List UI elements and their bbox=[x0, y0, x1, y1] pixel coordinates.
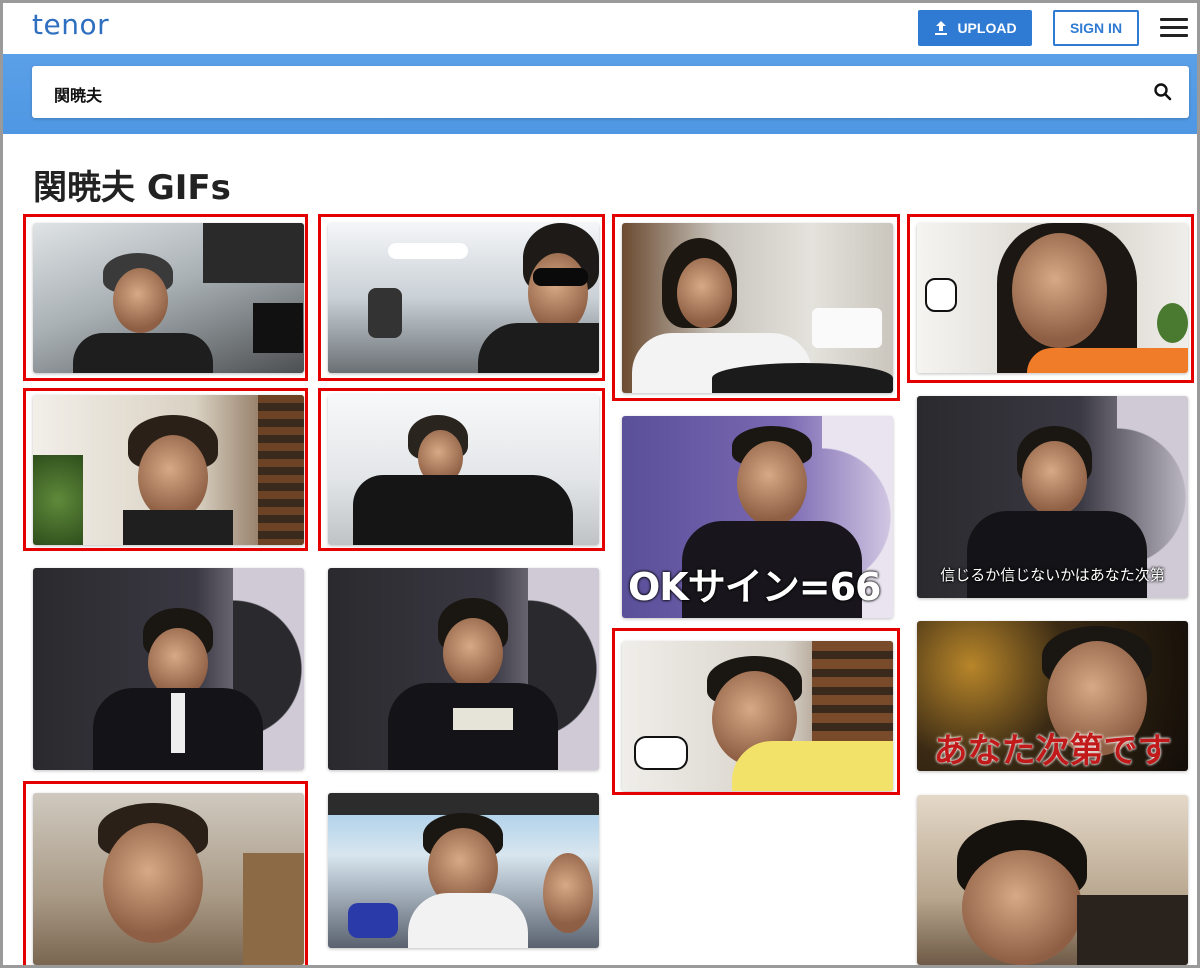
gif-tile[interactable] bbox=[328, 793, 599, 948]
gif-tile[interactable] bbox=[33, 395, 304, 545]
gif-caption: OKサイン=66 bbox=[628, 565, 881, 609]
sign-in-button[interactable]: SIGN IN bbox=[1053, 10, 1139, 46]
upload-label: UPLOAD bbox=[957, 20, 1017, 36]
gif-tile[interactable]: 信じるか信じないかはあなた次第 bbox=[917, 396, 1188, 598]
gif-tile[interactable] bbox=[33, 793, 304, 965]
gif-tile[interactable] bbox=[328, 223, 599, 373]
gif-tile[interactable] bbox=[33, 223, 304, 373]
tenor-logo[interactable]: tenor bbox=[32, 8, 109, 41]
gif-tile[interactable] bbox=[328, 568, 599, 770]
gif-tile[interactable]: あなた次第です bbox=[917, 621, 1188, 771]
gif-tile[interactable] bbox=[33, 568, 304, 770]
gif-tile[interactable]: OKサイン=66 bbox=[622, 416, 893, 618]
search-query: 関暁夫 bbox=[54, 86, 103, 105]
gif-tile[interactable] bbox=[917, 223, 1188, 373]
upload-button[interactable]: UPLOAD bbox=[918, 10, 1032, 46]
search-band: 関暁夫 bbox=[0, 54, 1200, 134]
gif-tile[interactable] bbox=[917, 795, 1188, 965]
gif-caption: あなた次第です bbox=[933, 731, 1172, 771]
page-title: 関暁夫 GIFs bbox=[33, 168, 231, 208]
upload-icon bbox=[935, 21, 948, 35]
gif-tile[interactable] bbox=[622, 223, 893, 393]
search-input[interactable]: 関暁夫 bbox=[32, 66, 1189, 118]
gif-tile[interactable] bbox=[328, 395, 599, 545]
gif-caption: 信じるか信じないかはあなた次第 bbox=[940, 566, 1165, 584]
search-icon[interactable] bbox=[1153, 82, 1173, 102]
hamburger-menu-icon[interactable] bbox=[1160, 18, 1188, 38]
sign-in-label: SIGN IN bbox=[1069, 20, 1123, 36]
gif-tile[interactable] bbox=[622, 641, 893, 791]
top-bar: tenor UPLOAD SIGN IN bbox=[0, 0, 1200, 54]
